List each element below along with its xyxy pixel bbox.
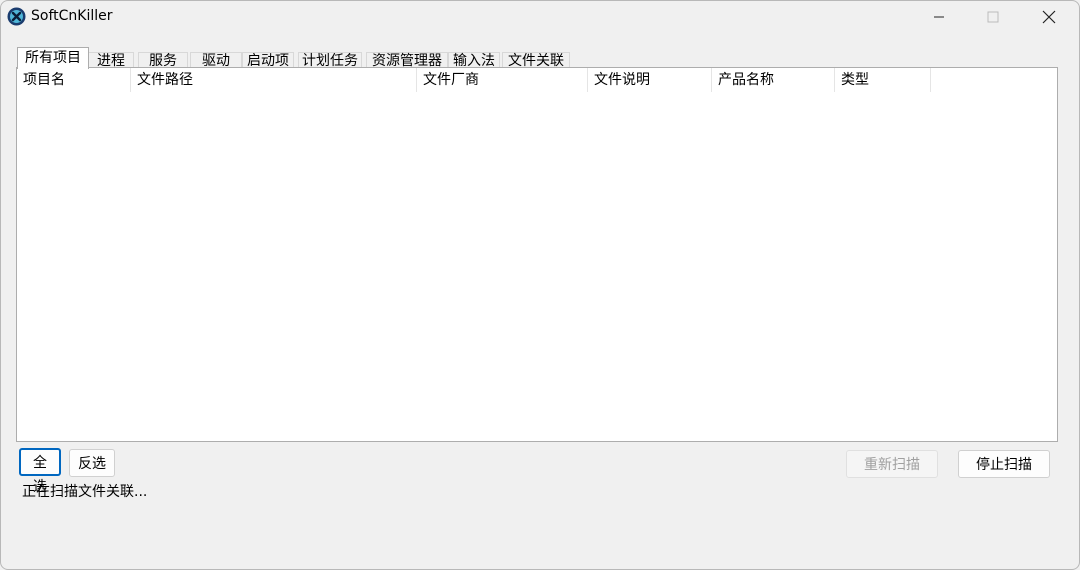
rescan-button[interactable]: 重新扫描 — [846, 450, 938, 478]
status-text: 正在扫描文件关联... — [22, 484, 148, 500]
close-button[interactable] — [1026, 1, 1072, 33]
column-header-item-name[interactable]: 项目名 — [17, 68, 131, 92]
minimize-icon — [934, 16, 944, 18]
column-header-file-description[interactable]: 文件说明 — [588, 68, 712, 92]
select-all-button[interactable]: 全选 — [19, 448, 61, 495]
minimize-button[interactable] — [916, 1, 962, 33]
maximize-button[interactable] — [970, 1, 1016, 33]
title-bar[interactable]: SoftCnKiller — [1, 1, 1079, 33]
invert-selection-button[interactable]: 反选 — [69, 449, 115, 477]
window-title: SoftCnKiller — [31, 8, 113, 24]
close-icon — [1042, 10, 1056, 24]
column-header-file-path[interactable]: 文件路径 — [131, 68, 417, 92]
list-header: 项目名 文件路径 文件厂商 文件说明 产品名称 类型 — [17, 68, 1057, 92]
stop-scan-button[interactable]: 停止扫描 — [958, 450, 1050, 478]
tab-all-items[interactable]: 所有项目 — [17, 47, 89, 69]
column-header-type[interactable]: 类型 — [835, 68, 931, 92]
column-header-product-name[interactable]: 产品名称 — [712, 68, 835, 92]
main-window: SoftCnKiller 所有项目 进程 服务 驱动 启动项 计划任务 资源管理… — [0, 0, 1080, 570]
column-header-file-vendor[interactable]: 文件厂商 — [417, 68, 588, 92]
app-logo-icon — [7, 7, 26, 26]
items-list[interactable]: 项目名 文件路径 文件厂商 文件说明 产品名称 类型 — [16, 67, 1058, 442]
maximize-icon — [987, 11, 999, 23]
